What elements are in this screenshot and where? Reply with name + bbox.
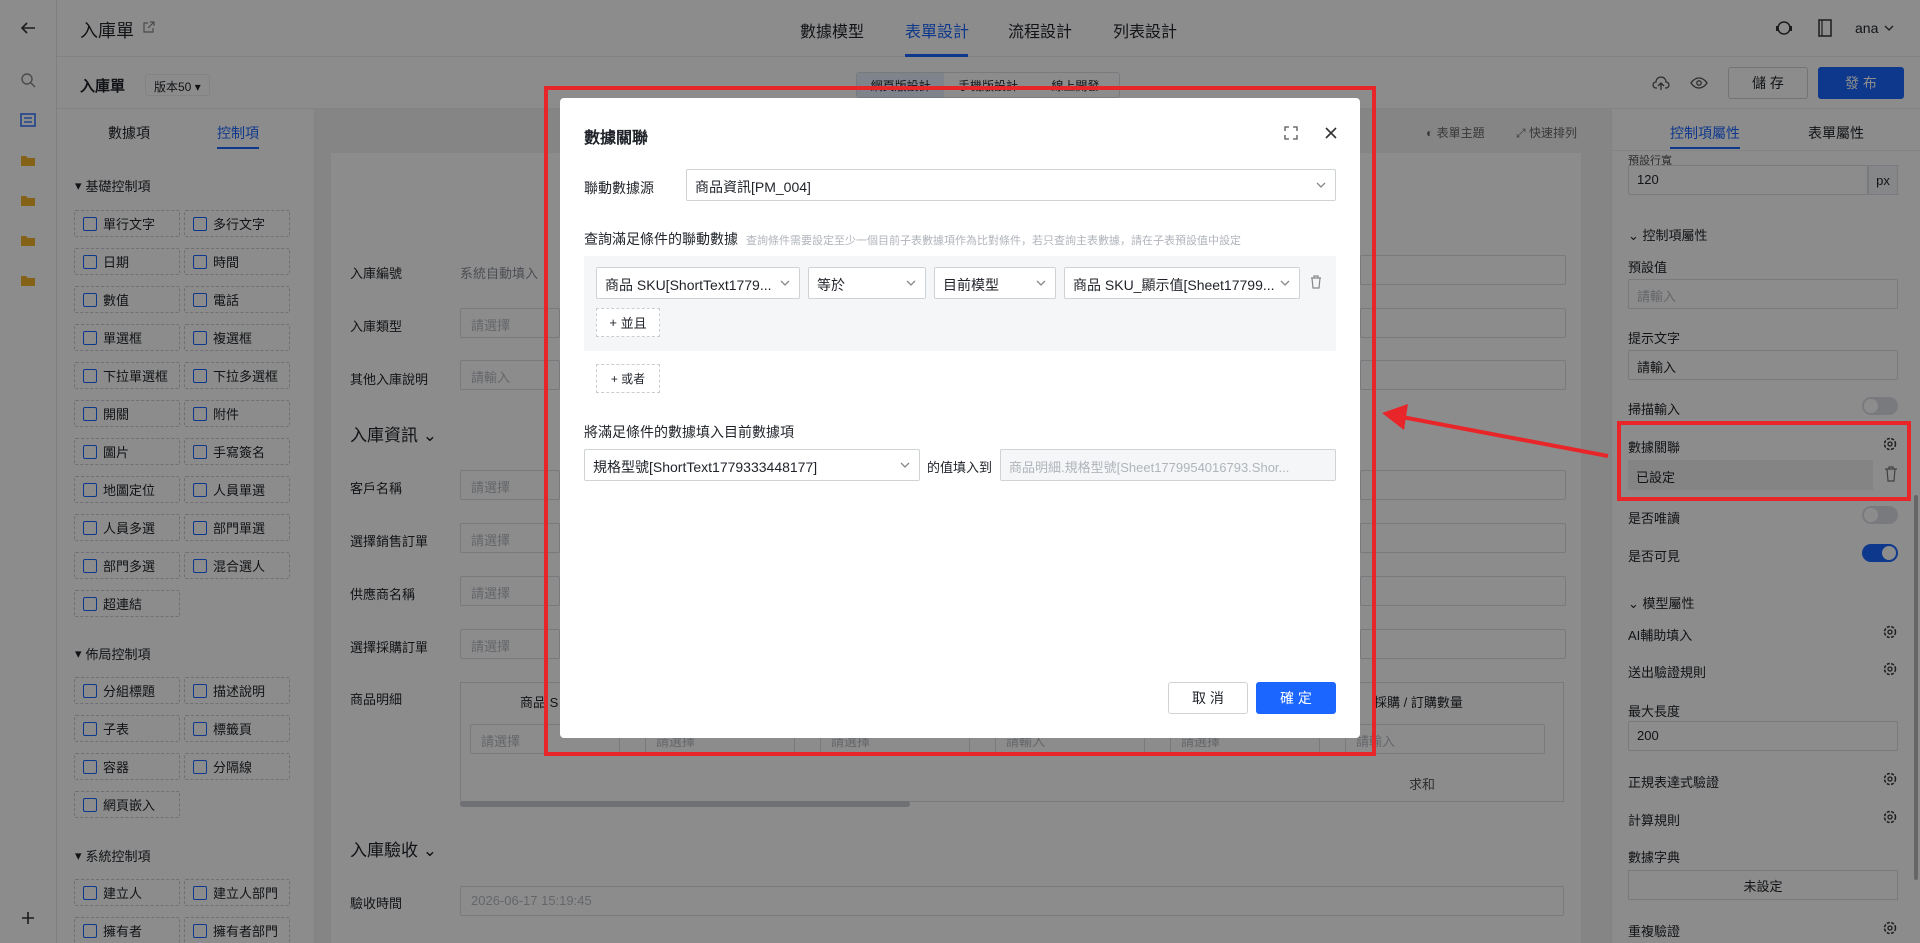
annotation-highlight-dialog [544, 86, 1376, 756]
annotation-highlight-data-link [1617, 421, 1911, 501]
annotation-arrow [1382, 404, 1609, 458]
